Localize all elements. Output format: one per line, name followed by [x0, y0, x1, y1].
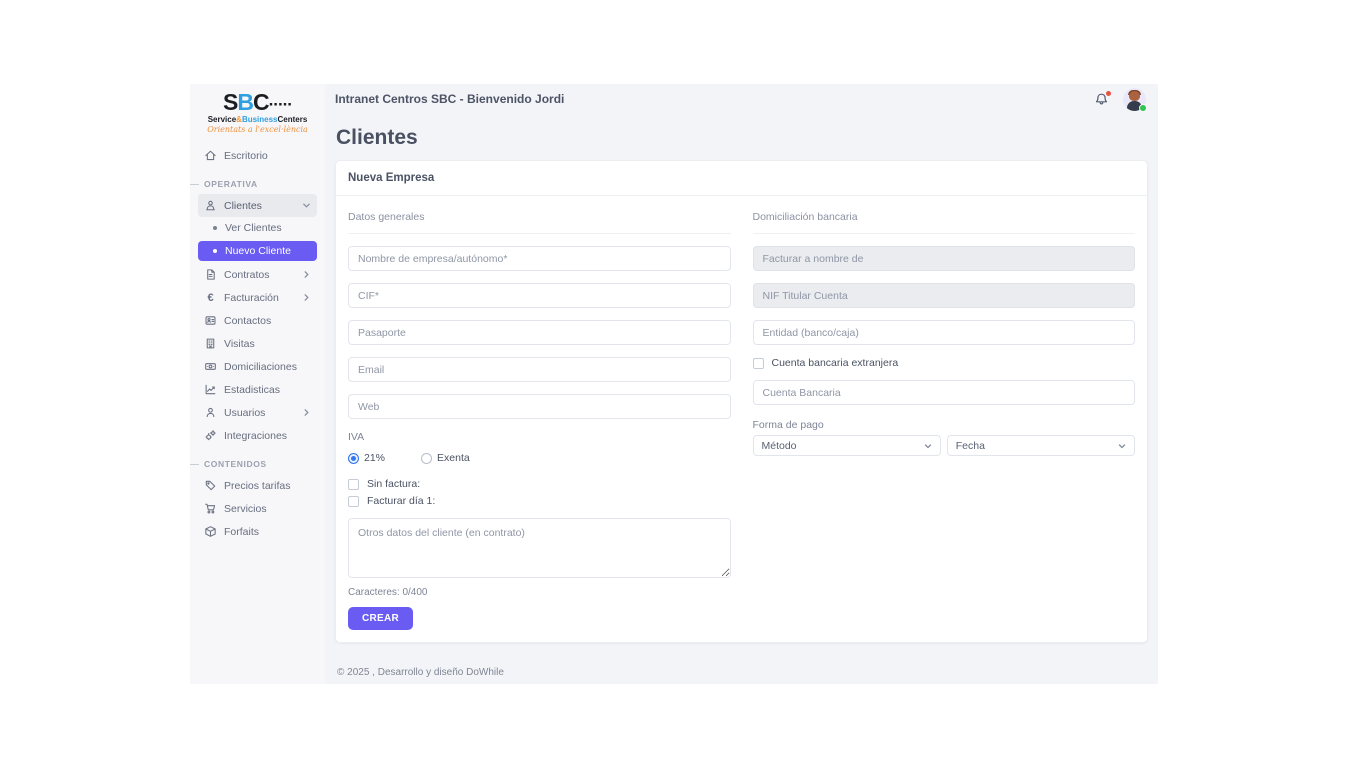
banknote-icon: [204, 360, 217, 373]
datos-generales-column: Datos generales IVA 21%: [348, 208, 731, 630]
line-chart-icon: [204, 383, 217, 396]
bullet-icon: [213, 226, 217, 230]
chevron-right-icon: [302, 270, 311, 279]
iva-label: IVA: [348, 431, 731, 443]
caret-down-icon: [1118, 442, 1126, 450]
forma-pago-row: Método Fecha: [753, 435, 1136, 456]
brand-name: Service&BusinessCenters: [190, 116, 325, 124]
forma-pago-label: Forma de pago: [753, 419, 1136, 431]
email-field[interactable]: [348, 357, 731, 382]
sidebar-item-domiciliaciones[interactable]: Domiciliaciones: [198, 355, 317, 378]
sidebar-item-ver-clientes[interactable]: Ver Clientes: [198, 217, 317, 239]
cif-field[interactable]: [348, 283, 731, 308]
iva-radio-group: 21% Exenta: [348, 452, 731, 464]
sidebar-item-visitas[interactable]: Visitas: [198, 332, 317, 355]
checkbox-icon: [348, 479, 359, 490]
caret-down-icon: [924, 442, 932, 450]
contact-card-icon: [204, 314, 217, 327]
sidebar-item-servicios[interactable]: Servicios: [198, 497, 317, 520]
nif-titular-field: [753, 283, 1136, 308]
chevron-down-icon: [302, 201, 311, 210]
sidebar-item-contratos[interactable]: Contratos: [198, 263, 317, 286]
section-dash: [190, 464, 199, 465]
sidebar-item-usuarios[interactable]: Usuarios: [198, 401, 317, 424]
contract-icon: [204, 268, 217, 281]
page-title: Clientes: [336, 126, 1148, 150]
status-dot: [1139, 104, 1147, 112]
crear-button[interactable]: CREAR: [348, 607, 413, 630]
cuenta-bancaria-field[interactable]: [753, 380, 1136, 405]
web-field[interactable]: [348, 394, 731, 419]
sidebar-nav: Escritorio OPERATIVA Clientes Ver Client…: [190, 134, 325, 543]
sidebar-item-clientes[interactable]: Clientes: [198, 194, 317, 217]
nueva-empresa-card: Nueva Empresa Datos generales IVA: [335, 160, 1148, 643]
pasaporte-field[interactable]: [348, 320, 731, 345]
cart-icon: [204, 502, 217, 515]
metodo-select[interactable]: Método: [753, 435, 941, 456]
facturar-nombre-field: [753, 246, 1136, 271]
users-icon: [204, 199, 217, 212]
sidebar-section-operativa: OPERATIVA: [198, 179, 317, 189]
user-avatar[interactable]: [1123, 88, 1146, 111]
iva-exenta-radio[interactable]: Exenta: [421, 452, 470, 464]
sidebar-item-nuevo-cliente[interactable]: Nuevo Cliente: [198, 241, 317, 261]
user-icon: [204, 406, 217, 419]
footer-copyright: © 2025 , Desarrollo y diseño DoWhile: [337, 667, 1148, 684]
notification-dot: [1106, 91, 1111, 96]
char-counter: Caracteres: 0/400: [348, 587, 731, 598]
brand-tagline: Orientats a l'excel·lència: [190, 126, 325, 134]
fecha-select[interactable]: Fecha: [947, 435, 1135, 456]
notifications-button[interactable]: [1094, 92, 1109, 107]
chevron-right-icon: [302, 408, 311, 417]
sidebar-item-facturacion[interactable]: € Facturación: [198, 286, 317, 309]
radio-unselected-icon: [421, 453, 432, 464]
checkbox-icon: [348, 496, 359, 507]
euro-icon: €: [204, 292, 217, 304]
checkbox-icon: [753, 358, 764, 369]
sidebar-item-integraciones[interactable]: Integraciones: [198, 424, 317, 447]
sidebar-item-forfaits[interactable]: Forfaits: [198, 520, 317, 543]
otros-datos-textarea[interactable]: [348, 518, 731, 578]
cuenta-extranjera-checkbox[interactable]: Cuenta bancaria extranjera: [753, 357, 1136, 369]
content-area: Intranet Centros SBC - Bienvenido Jordi …: [325, 84, 1158, 684]
home-icon: [204, 149, 217, 162]
section-dash: [190, 184, 199, 185]
radio-selected-icon: [348, 453, 359, 464]
sidebar-section-contenidos: CONTENIDOS: [198, 459, 317, 469]
brand-acronym: SBC·····: [190, 91, 325, 114]
bullet-icon: [213, 249, 217, 253]
card-title: Nueva Empresa: [336, 161, 1147, 196]
sidebar: SBC····· Service&BusinessCenters Orienta…: [190, 84, 325, 684]
box-icon: [204, 525, 217, 538]
tag-icon: [204, 479, 217, 492]
datos-generales-heading: Datos generales: [348, 208, 731, 234]
chevron-right-icon: [302, 293, 311, 302]
app-window: SBC····· Service&BusinessCenters Orienta…: [190, 84, 1158, 684]
sidebar-item-contactos[interactable]: Contactos: [198, 309, 317, 332]
topbar: Intranet Centros SBC - Bienvenido Jordi: [325, 84, 1158, 114]
sidebar-item-precios-tarifas[interactable]: Precios tarifas: [198, 474, 317, 497]
sidebar-item-escritorio[interactable]: Escritorio: [198, 144, 317, 167]
gears-icon: [204, 429, 217, 442]
facturar-dia-checkbox[interactable]: Facturar día 1:: [348, 495, 731, 507]
entidad-field[interactable]: [753, 320, 1136, 345]
building-icon: [204, 337, 217, 350]
domiciliacion-heading: Domiciliación bancaria: [753, 208, 1136, 234]
iva-21-radio[interactable]: 21%: [348, 452, 385, 464]
brand-logo[interactable]: SBC····· Service&BusinessCenters Orienta…: [190, 84, 325, 134]
brand-dots: ·····: [269, 95, 292, 114]
nombre-empresa-field[interactable]: [348, 246, 731, 271]
domiciliacion-column: Domiciliación bancaria Cuenta bancaria e…: [753, 208, 1136, 630]
sidebar-item-estadisticas[interactable]: Estadisticas: [198, 378, 317, 401]
sin-factura-checkbox[interactable]: Sin factura:: [348, 478, 731, 490]
topbar-title: Intranet Centros SBC - Bienvenido Jordi: [335, 92, 1094, 106]
